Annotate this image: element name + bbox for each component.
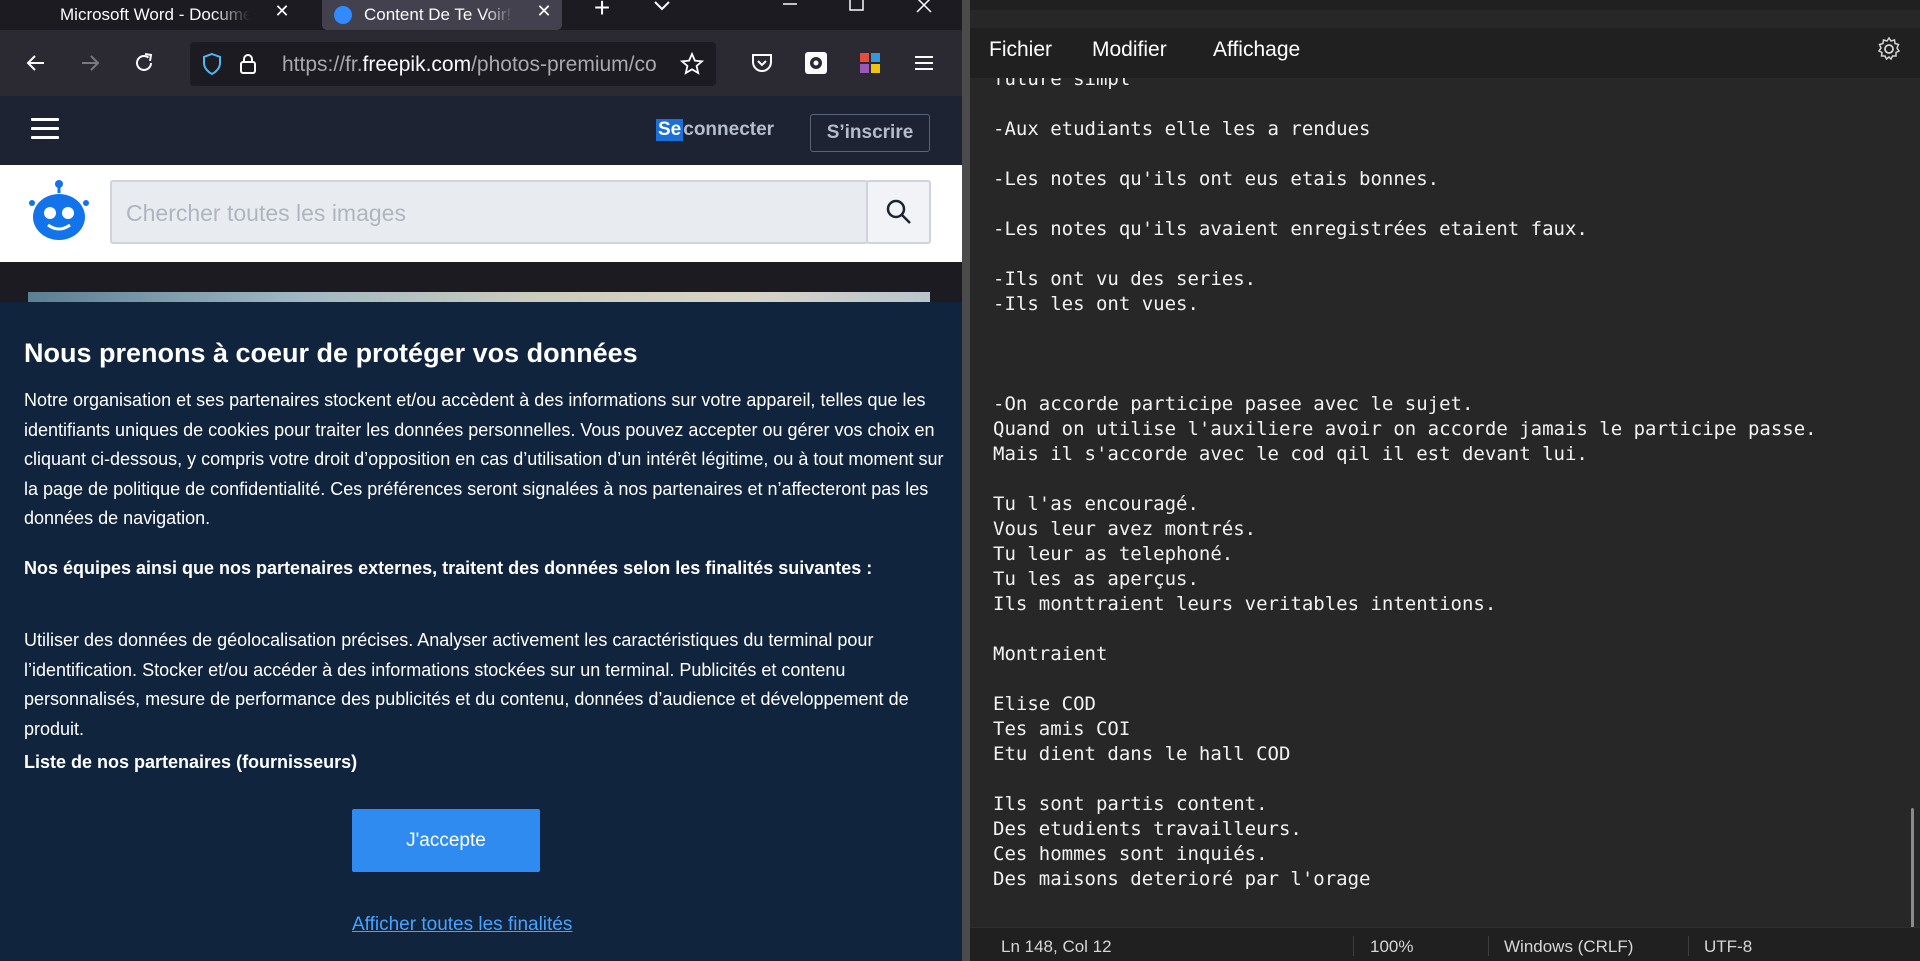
tab-word-document[interactable]: Microsoft Word - Document ✕ [60, 0, 300, 30]
settings-gear-icon[interactable] [1876, 36, 1902, 62]
cookie-consent-panel: Nous prenons à coeur de protéger vos don… [0, 302, 962, 961]
zoom-level: 100% [1370, 937, 1414, 956]
search-placeholder: Chercher toutes les images [126, 200, 406, 226]
window-divider[interactable] [962, 0, 970, 961]
consent-description: Notre organisation et ses partenaires st… [24, 390, 944, 528]
cursor-position: Ln 148, Col 12 [1001, 937, 1112, 956]
address-bar[interactable]: https://fr.freepik.com/photos-premium/co [190, 42, 716, 86]
consent-purposes-heading: Nos équipes ainsi que nos partenaires ex… [24, 558, 873, 578]
status-separator [1353, 936, 1354, 956]
partners-list-link[interactable]: Liste de nos partenaires (fournisseurs) [24, 752, 357, 773]
tab-strip: Microsoft Word - Document ✕ Content De T… [0, 0, 962, 30]
text-editor[interactable]: future simpl -Aux etudiants elle les a r… [970, 78, 1920, 927]
reload-icon[interactable] [130, 49, 158, 77]
window-close-icon[interactable] [904, 0, 944, 20]
login-link[interactable]: Se connecter [656, 116, 774, 144]
vertical-scrollbar[interactable] [1911, 808, 1914, 927]
freepik-robot-logo-icon[interactable] [26, 179, 92, 243]
url-path: /photos-premium/co [471, 53, 657, 76]
status-separator [1688, 936, 1689, 956]
tab-title: Content De Te Voir! De [364, 5, 514, 24]
search-section: Chercher toutes les images [0, 165, 962, 262]
tab-close-icon[interactable]: ✕ [534, 2, 554, 22]
bookmark-star-icon[interactable] [679, 51, 705, 76]
show-all-purposes-link[interactable]: Afficher toutes les finalités [352, 914, 572, 936]
tab-title: Microsoft Word - Document [60, 5, 250, 24]
consent-purposes-text: Utiliser des données de géolocalisation … [24, 630, 909, 739]
editor-content[interactable]: future simpl -Aux etudiants elle les a r… [993, 78, 1893, 892]
encoding: UTF-8 [1704, 937, 1753, 956]
extension-gear-icon[interactable] [802, 49, 830, 77]
app-menu-icon[interactable] [910, 49, 938, 77]
site-menu-icon[interactable] [31, 118, 59, 140]
notepad-window: Fichier Modifier Affichage future simpl … [970, 0, 1920, 961]
tab-close-icon[interactable]: ✕ [272, 2, 292, 22]
line-ending: Windows (CRLF) [1504, 937, 1634, 956]
minimize-icon[interactable] [770, 0, 810, 20]
notepad-menubar: Fichier Modifier Affichage [970, 28, 1920, 78]
consent-title: Nous prenons à coeur de protéger vos don… [24, 338, 638, 368]
tab-freepik-active[interactable]: Content De Te Voir! De ✕ [322, 0, 562, 30]
site-header: Se connecter S’inscrire [0, 96, 962, 165]
login-label: connecter [683, 119, 775, 140]
extension-colorful-icon[interactable] [856, 49, 884, 77]
status-bar: Ln 148, Col 12 100% Windows (CRLF) UTF-8 [970, 927, 1920, 961]
search-icon[interactable] [866, 180, 931, 244]
status-separator [1488, 936, 1489, 956]
lock-icon[interactable] [236, 52, 260, 76]
desktop: Microsoft Word - Document ✕ Content De T… [0, 0, 1920, 961]
url-prefix: https://fr. [282, 53, 363, 76]
maximize-icon[interactable] [836, 0, 876, 20]
navigation-toolbar: https://fr.freepik.com/photos-premium/co [0, 30, 962, 96]
new-tab-button[interactable]: + [590, 0, 614, 24]
notepad-titlebar [970, 0, 1920, 10]
pocket-icon[interactable] [748, 49, 776, 77]
menu-view[interactable]: Affichage [1213, 38, 1300, 62]
freepik-favicon-icon [334, 6, 352, 24]
firefox-window: Microsoft Word - Document ✕ Content De T… [0, 0, 962, 961]
tracking-shield-icon[interactable] [200, 52, 224, 76]
search-input[interactable]: Chercher toutes les images [110, 180, 868, 244]
tab-list-chevron-icon[interactable] [652, 0, 672, 20]
url-host: freepik.com [362, 53, 472, 76]
accept-button[interactable]: J'accepte [352, 809, 540, 872]
signup-button[interactable]: S’inscrire [810, 114, 930, 152]
back-arrow-icon[interactable] [22, 49, 50, 77]
url-text[interactable]: https://fr.freepik.com/photos-premium/co [282, 53, 672, 77]
forward-arrow-icon[interactable] [76, 49, 104, 77]
menu-edit[interactable]: Modifier [1092, 38, 1167, 62]
login-highlight: Se [656, 119, 684, 141]
menu-file[interactable]: Fichier [989, 38, 1052, 62]
